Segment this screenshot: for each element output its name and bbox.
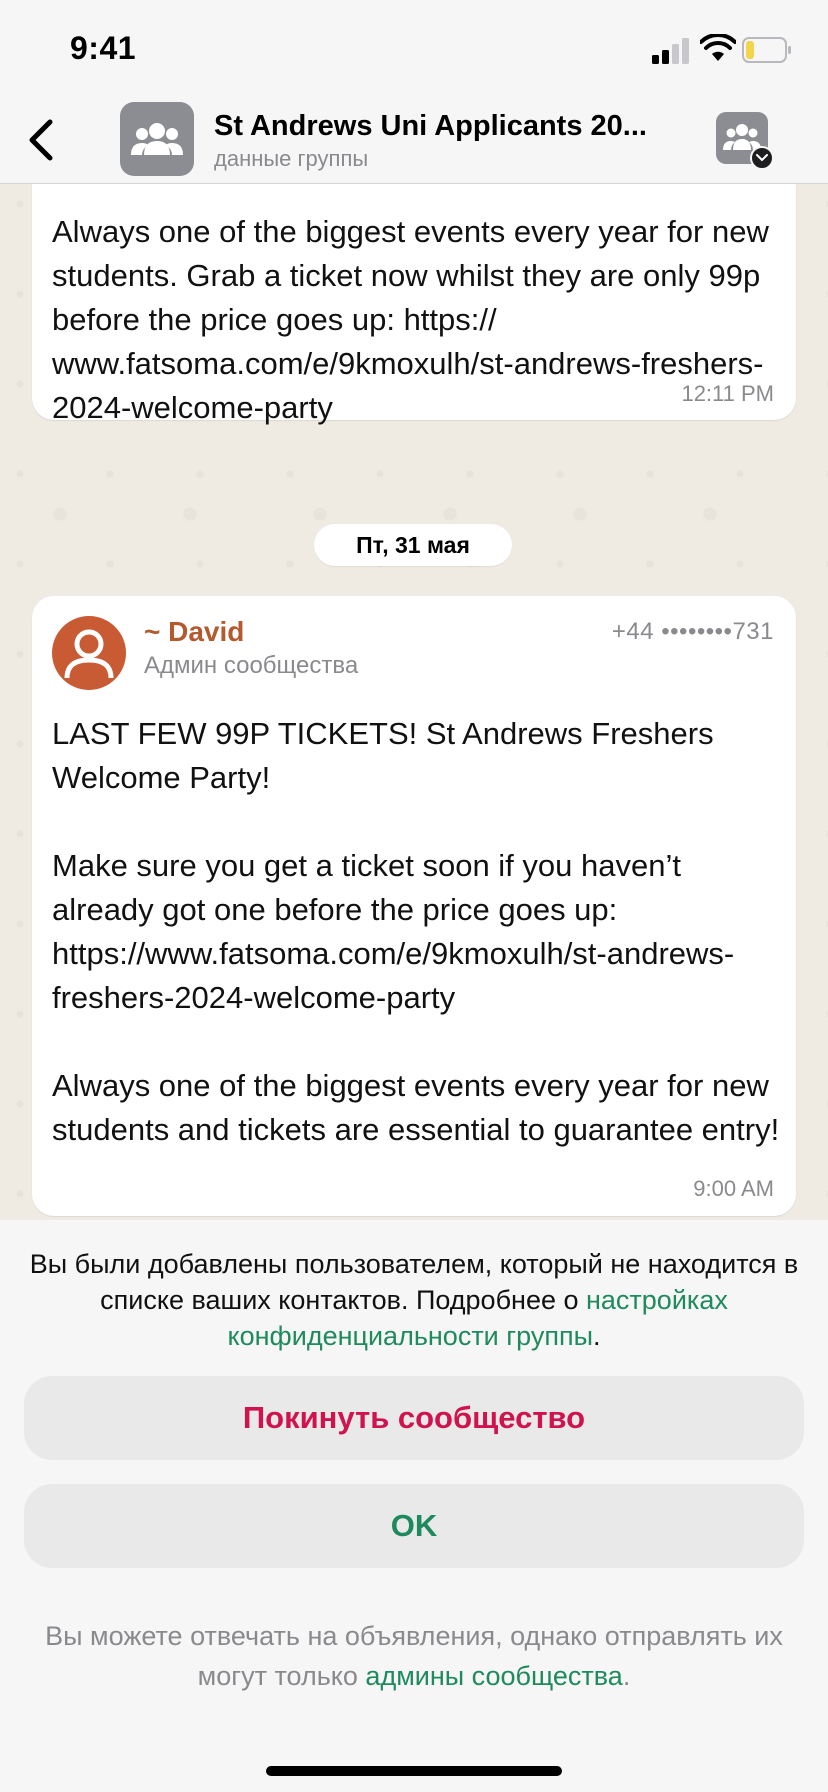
leave-community-button[interactable]: Покинуть сообщество [24,1376,804,1460]
privacy-notice: Вы были добавлены пользователем, который… [20,1246,808,1354]
admin-only-note: Вы можете отвечать на объявления, однако… [20,1616,808,1696]
message-time: 12:11 PM [681,381,774,406]
status-time: 9:41 [70,30,137,66]
unknown-sender-sheet: Вы были добавлены пользователем, который… [0,1220,828,1792]
sender-name[interactable]: ~ David [144,616,244,648]
group-icon [131,123,183,155]
battery-icon [742,37,791,63]
message-time: 9:00 AM [693,1176,774,1201]
message-text: Always one of the biggest events every y… [52,214,778,425]
back-button[interactable] [14,110,66,170]
whatsapp-chat-screen: 9:41 St Andrews Uni Applicants 20... дан… [0,0,828,1792]
status-bar: 9:41 [0,0,828,96]
ok-button[interactable]: OK [24,1484,804,1568]
chevron-down-icon [750,146,774,170]
group-title[interactable]: St Andrews Uni Applicants 20... [214,110,694,143]
footer-end: . [622,1661,631,1691]
community-button[interactable] [716,112,774,170]
notice-end: . [592,1321,601,1351]
message-text: LAST FEW 99P TICKETS! St Andrews Fresher… [52,716,780,1147]
person-icon [64,629,114,679]
community-admins-link[interactable]: админы сообщества [365,1661,622,1691]
home-indicator[interactable] [266,1766,562,1776]
message-bubble[interactable]: ~ David +44 ••••••••731 Админ сообщества… [32,596,796,1216]
signal-icon [652,38,689,64]
chat-header: St Andrews Uni Applicants 20... данные г… [0,96,828,184]
message-bubble[interactable]: Always one of the biggest events every y… [32,184,796,425]
chat-messages[interactable]: Always one of the biggest events every y… [0,184,828,1220]
sender-avatar[interactable] [52,616,126,690]
group-info-link[interactable]: данные группы [214,146,368,172]
sender-role: Админ сообщества [144,652,359,679]
group-avatar[interactable] [120,102,194,176]
chevron-left-icon [29,119,53,161]
wifi-icon [700,34,736,61]
sender-phone: +44 ••••••••731 [611,618,774,645]
date-separator: Пт, 31 мая [314,524,512,566]
